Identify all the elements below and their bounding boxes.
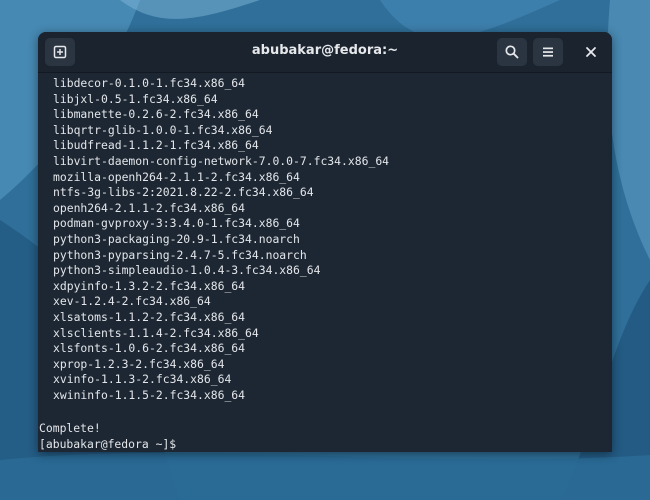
package-line: xlsfonts-1.0.6-2.fc34.x86_64: [53, 341, 246, 356]
package-list: libdecor-0.1.0-1.fc34.x86_64 libjxl-0.5-…: [53, 76, 389, 403]
hamburger-menu-icon: [543, 47, 553, 57]
package-line: xwininfo-1.1.5-2.fc34.x86_64: [53, 387, 246, 402]
package-line: python3-simpleaudio-1.0.4-3.fc34.x86_64: [53, 263, 321, 278]
package-line: xlsatoms-1.1.2-2.fc34.x86_64: [53, 309, 246, 324]
package-line: mozilla-openh264-2.1.1-2.fc34.x86_64: [53, 169, 300, 184]
package-line: xdpyinfo-1.3.2-2.fc34.x86_64: [53, 278, 246, 293]
package-line: ntfs-3g-libs-2:2021.8.22-2.fc34.x86_64: [53, 185, 314, 200]
close-button[interactable]: [576, 38, 606, 66]
search-icon: [505, 45, 519, 59]
shell-prompt[interactable]: [abubakar@fedora ~]$: [39, 436, 176, 452]
package-line: xev-1.2.4-2.fc34.x86_64: [53, 294, 211, 309]
package-line: libqrtr-glib-1.0.0-1.fc34.x86_64: [53, 122, 273, 137]
package-line: openh264-2.1.1-2.fc34.x86_64: [53, 200, 246, 215]
terminal-output[interactable]: libdecor-0.1.0-1.fc34.x86_64 libjxl-0.5-…: [38, 73, 612, 452]
package-line: python3-packaging-20.9-1.fc34.noarch: [53, 231, 300, 246]
package-line: xvinfo-1.1.3-2.fc34.x86_64: [53, 372, 232, 387]
package-line: libjxl-0.5-1.fc34.x86_64: [53, 91, 218, 106]
package-line: libudfread-1.1.2-1.fc34.x86_64: [53, 138, 259, 153]
terminal-window: abubakar@fedora:~ libdecor-0.1.0-1.fc34.…: [38, 32, 612, 452]
main-menu-button[interactable]: [533, 38, 563, 66]
package-line: libvirt-daemon-config-network-7.0.0-7.fc…: [53, 153, 390, 168]
complete-message: Complete!: [39, 421, 101, 435]
close-icon: [586, 47, 596, 57]
package-line: libdecor-0.1.0-1.fc34.x86_64: [53, 76, 246, 90]
package-line: xprop-1.2.3-2.fc34.x86_64: [53, 356, 225, 371]
headerbar: abubakar@fedora:~: [38, 32, 612, 73]
package-line: python3-pyparsing-2.4.7-5.fc34.noarch: [53, 247, 307, 262]
package-line: podman-gvproxy-3:3.4.0-1.fc34.x86_64: [53, 216, 300, 231]
package-line: libmanette-0.2.6-2.fc34.x86_64: [53, 107, 259, 122]
search-button[interactable]: [497, 38, 527, 66]
package-line: xlsclients-1.1.4-2.fc34.x86_64: [53, 325, 259, 340]
